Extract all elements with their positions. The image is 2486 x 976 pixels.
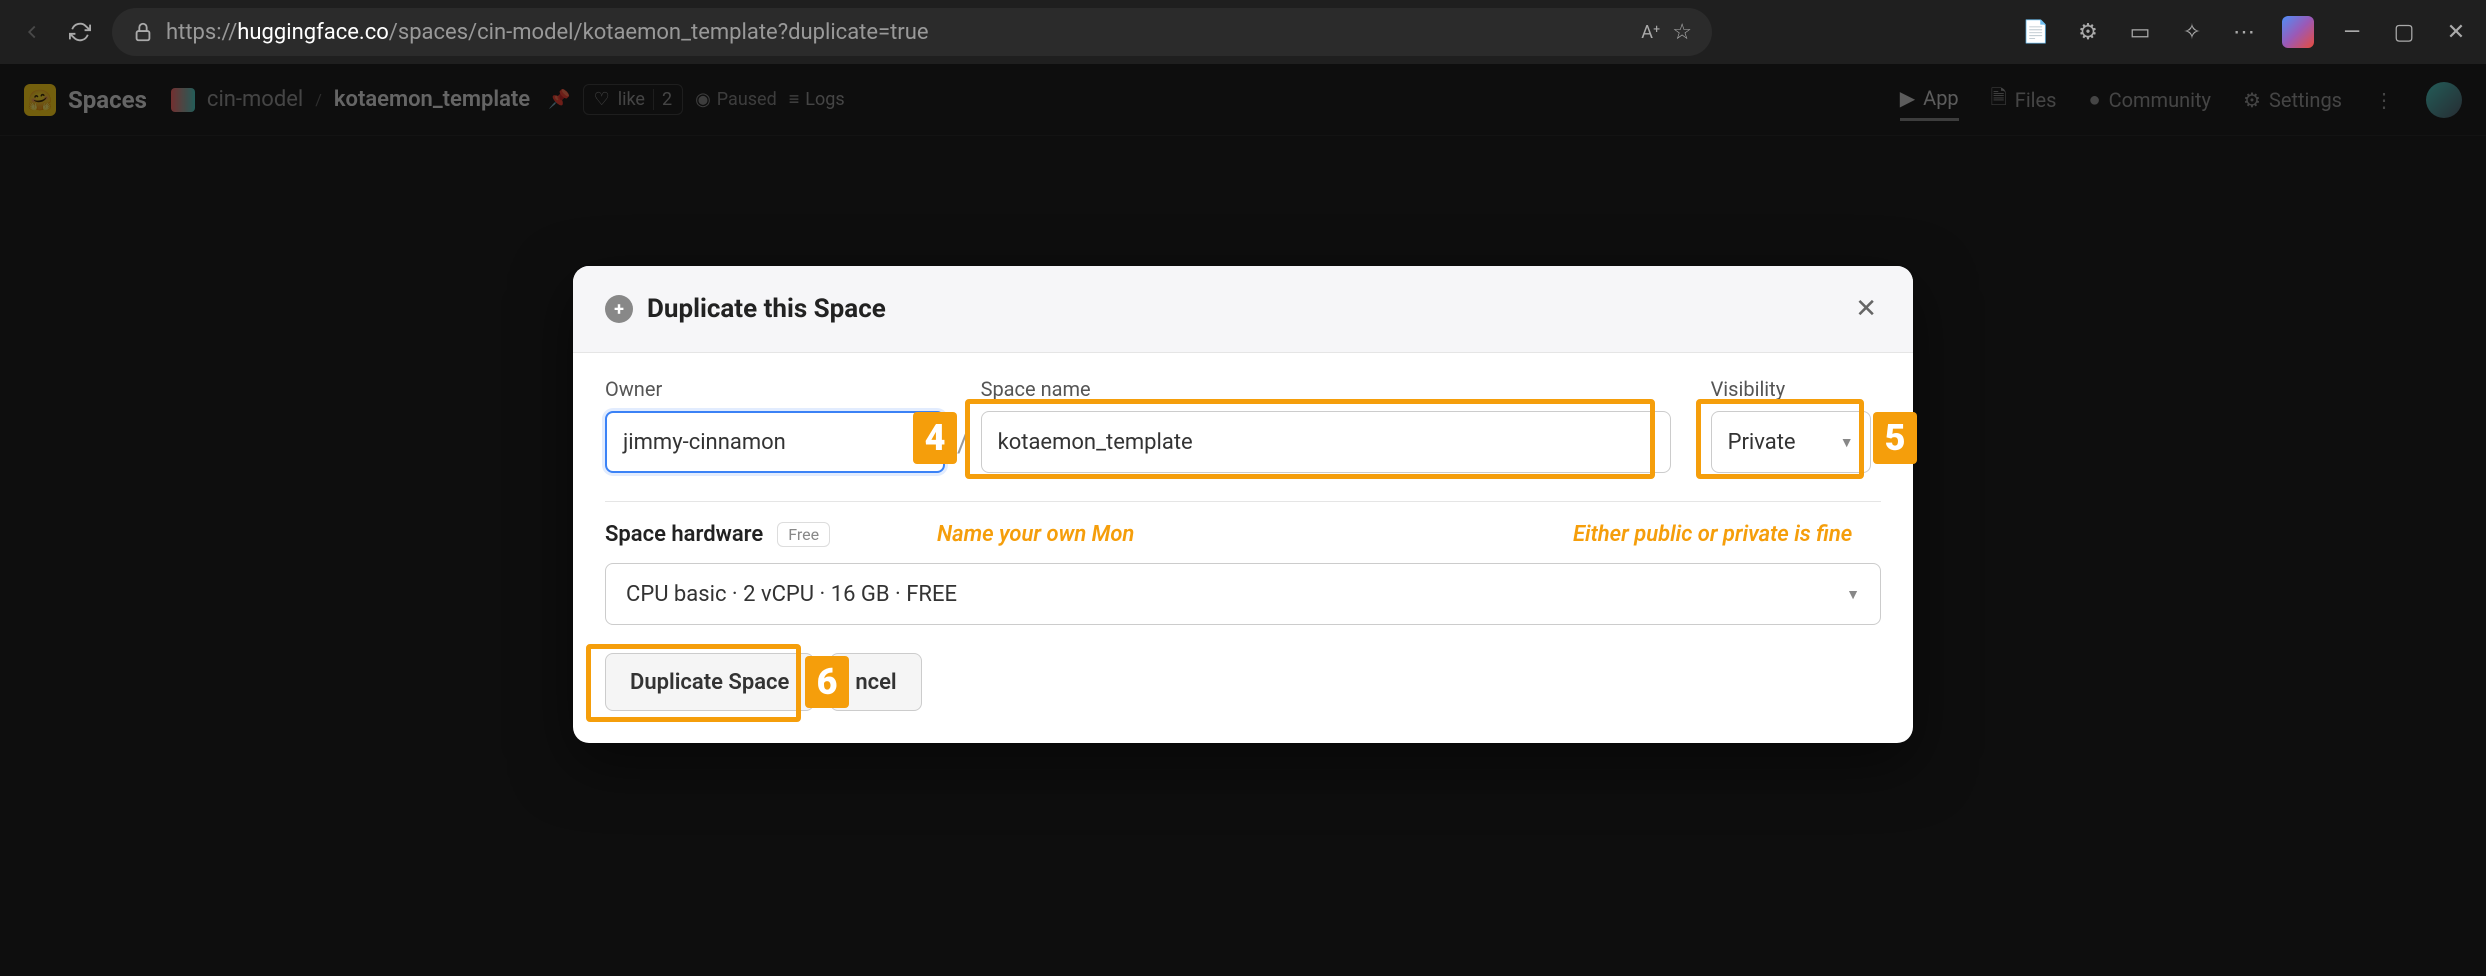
more-icon[interactable]: ⋯	[2230, 18, 2258, 46]
browser-actions: 📄 ⚙ ▭ ✧ ⋯ — ▢ ✕	[2022, 16, 2470, 48]
visibility-select[interactable]: Private ▼	[1711, 411, 1871, 473]
visibility-value: Private	[1728, 430, 1796, 455]
favorite-icon[interactable]: ☆	[1672, 20, 1692, 45]
owner-select-value: jimmy-cinnamon	[623, 430, 786, 455]
owner-select[interactable]: jimmy-cinnamon ▼	[605, 411, 945, 473]
refresh-button[interactable]	[64, 16, 96, 48]
visibility-label: Visibility	[1711, 377, 1871, 401]
address-bar[interactable]: https://huggingface.co/spaces/cin-model/…	[112, 8, 1712, 56]
modal-header: + Duplicate this Space ✕	[573, 266, 1913, 353]
close-icon[interactable]: ✕	[1851, 290, 1881, 328]
back-button[interactable]	[16, 16, 48, 48]
duplicate-icon: +	[605, 295, 633, 323]
lock-icon	[132, 21, 154, 43]
close-window-button[interactable]: ✕	[2442, 18, 2470, 46]
hardware-select[interactable]: CPU basic · 2 vCPU · 16 GB · FREE ▼	[605, 563, 1881, 625]
split-icon[interactable]: ▭	[2126, 18, 2154, 46]
minimize-button[interactable]: —	[2338, 18, 2366, 46]
maximize-button[interactable]: ▢	[2390, 18, 2418, 46]
annotation-number-5: 5	[1873, 412, 1917, 464]
copilot-icon[interactable]	[2282, 16, 2314, 48]
free-badge: Free	[777, 522, 830, 547]
duplicate-space-modal: + Duplicate this Space ✕ Owner jimmy-cin…	[573, 266, 1913, 743]
annotation-number-4: 4	[913, 412, 957, 464]
annotation-number-6: 6	[805, 656, 849, 708]
text-size-icon[interactable]: A⁺	[1641, 22, 1660, 43]
chevron-down-icon: ▼	[1840, 434, 1854, 451]
annotation-hint-visibility: Either public or private is fine	[1573, 522, 1852, 547]
url-text: https://huggingface.co/spaces/cin-model/…	[166, 20, 1629, 45]
space-name-input[interactable]	[981, 411, 1671, 473]
extensions-icon[interactable]: ⚙	[2074, 18, 2102, 46]
chevron-down-icon: ▼	[1846, 586, 1860, 603]
wallet-icon[interactable]: 📄	[2022, 18, 2050, 46]
browser-toolbar: https://huggingface.co/spaces/cin-model/…	[0, 0, 2486, 64]
hardware-value: CPU basic · 2 vCPU · 16 GB · FREE	[626, 582, 957, 607]
space-name-label: Space name	[981, 377, 1671, 401]
annotation-hint-name: Name your own Mon	[937, 522, 1134, 547]
collections-icon[interactable]: ✧	[2178, 18, 2206, 46]
owner-label: Owner	[605, 377, 945, 401]
duplicate-space-button[interactable]: Duplicate Space	[605, 653, 814, 711]
hardware-label: Space hardware	[605, 522, 763, 547]
modal-title: Duplicate this Space	[647, 294, 886, 324]
